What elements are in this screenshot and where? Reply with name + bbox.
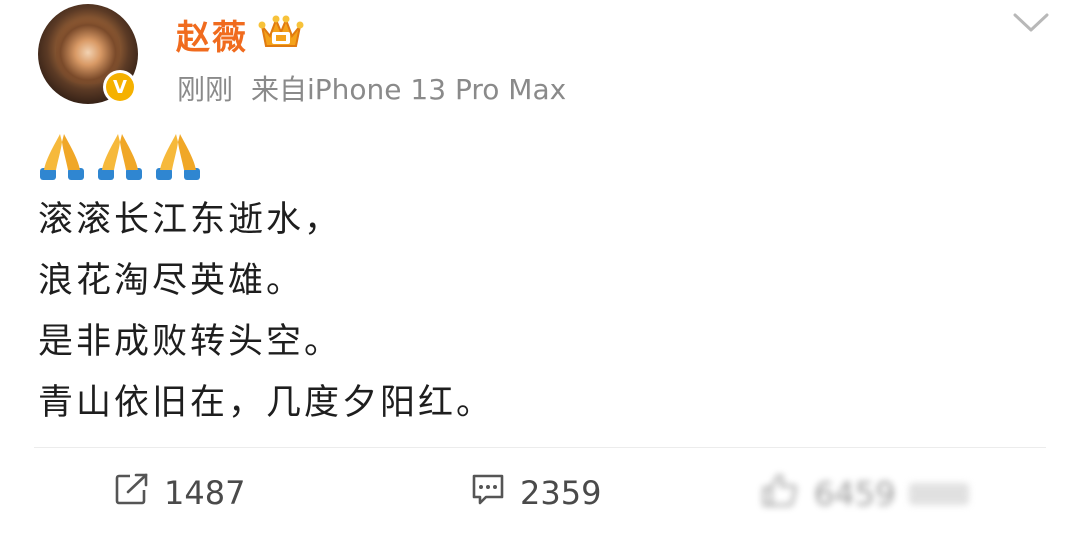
post-source[interactable]: 来自iPhone 13 Pro Max: [251, 73, 566, 106]
thumbs-up-icon: [760, 472, 800, 516]
post-line: 浪花淘尽英雄。: [38, 261, 305, 301]
post-line: 青山依旧在，几度夕阳红。: [38, 383, 495, 423]
chevron-down-icon[interactable]: [1012, 10, 1050, 40]
post-text: 滚滚长江东逝水， 浪花淘尽英雄。 是非成败转头空。 青山依旧在，几度夕阳红。: [38, 190, 494, 434]
pray-emoji-icon: [96, 132, 144, 186]
post-line: 是非成败转头空。: [38, 322, 343, 362]
share-icon: [114, 472, 150, 514]
repost-button[interactable]: 1487: [114, 472, 245, 514]
pray-emoji-icon: [38, 132, 86, 186]
repost-count: 1487: [164, 474, 246, 512]
crown-icon[interactable]: [258, 12, 304, 56]
verified-v-icon: V: [106, 73, 134, 101]
comment-count: 2359: [520, 474, 602, 512]
like-count: 6459: [814, 475, 896, 513]
post-time: 刚刚: [177, 73, 234, 106]
verified-badge: V: [103, 70, 137, 104]
prayer-emojis: [38, 132, 202, 186]
blurred-watermark: [909, 483, 970, 505]
comment-icon: [470, 472, 506, 514]
divider: [34, 447, 1046, 448]
post-meta: 刚刚 来自iPhone 13 Pro Max: [177, 68, 566, 108]
author-name[interactable]: 赵薇: [176, 10, 248, 59]
comment-button[interactable]: 2359: [470, 472, 601, 514]
post-line: 滚滚长江东逝水，: [38, 200, 343, 240]
pray-emoji-icon: [154, 132, 202, 186]
like-button[interactable]: 6459: [760, 472, 970, 516]
